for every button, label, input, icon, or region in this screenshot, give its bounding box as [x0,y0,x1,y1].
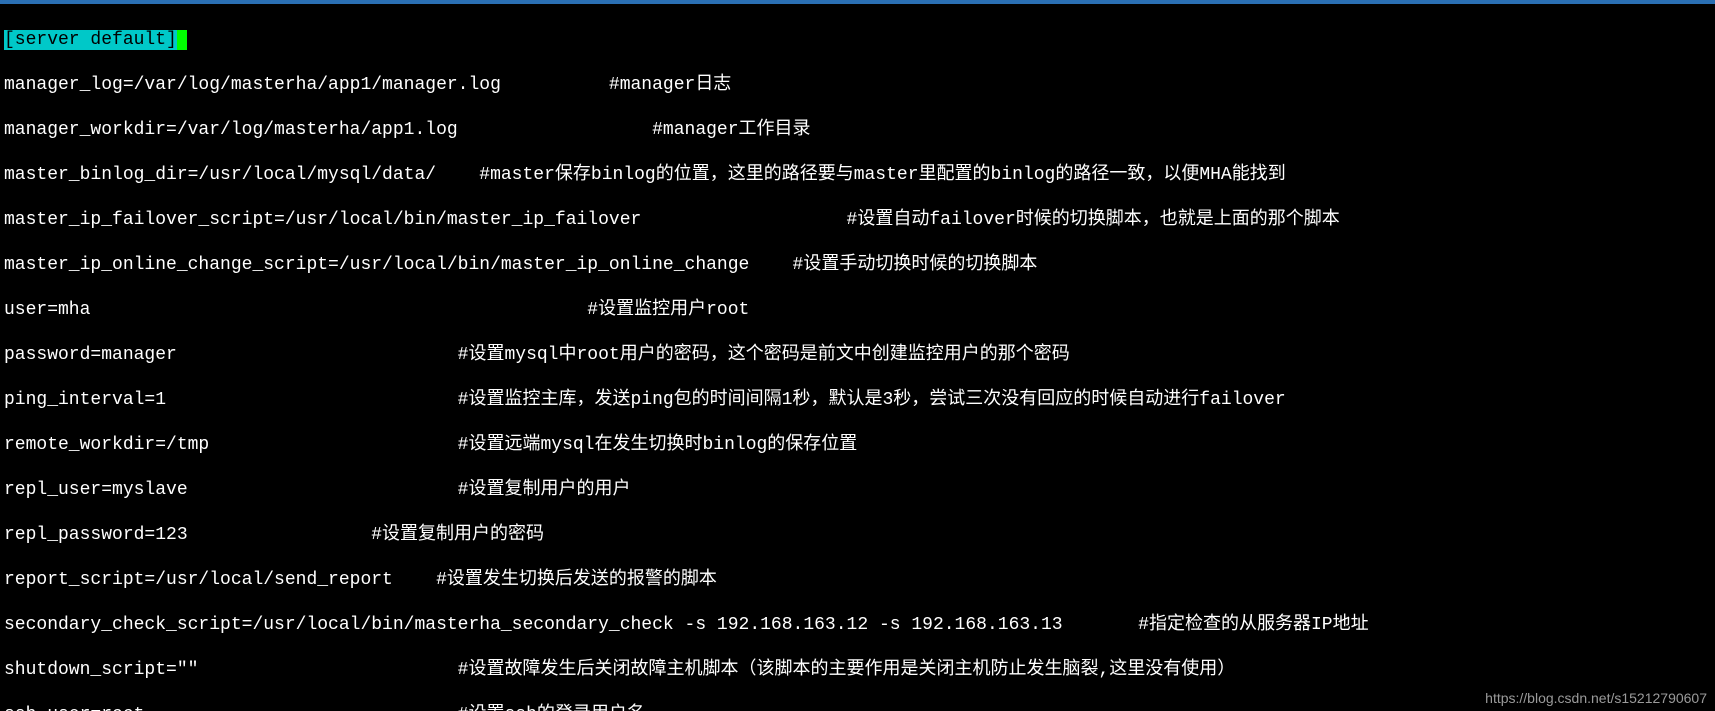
config-line: repl_user=myslave #设置复制用户的用户 [4,479,1711,502]
config-line: ssh_user=root #设置ssh的登录用户名 [4,704,1711,711]
config-line: password=manager #设置mysql中root用户的密码，这个密码… [4,344,1711,367]
config-line: master_ip_online_change_script=/usr/loca… [4,254,1711,277]
config-line: secondary_check_script=/usr/local/bin/ma… [4,614,1711,637]
config-line: shutdown_script="" #设置故障发生后关闭故障主机脚本（该脚本的… [4,659,1711,682]
config-line: master_binlog_dir=/usr/local/mysql/data/… [4,164,1711,187]
config-line: remote_workdir=/tmp #设置远端mysql在发生切换时binl… [4,434,1711,457]
config-section-header: [server default] [4,29,1711,52]
highlighted-section: [server default] [4,30,177,50]
config-line: ping_interval=1 #设置监控主库，发送ping包的时间间隔1秒，默… [4,389,1711,412]
cursor [177,30,187,50]
config-line: manager_workdir=/var/log/masterha/app1.l… [4,119,1711,142]
config-line: manager_log=/var/log/masterha/app1/manag… [4,74,1711,97]
config-line: report_script=/usr/local/send_report #设置… [4,569,1711,592]
config-line: master_ip_failover_script=/usr/local/bin… [4,209,1711,232]
config-line: repl_password=123 #设置复制用户的密码 [4,524,1711,547]
terminal-output[interactable]: [server default] manager_log=/var/log/ma… [0,4,1715,711]
watermark-url: https://blog.csdn.net/s15212790607 [1485,690,1707,708]
config-line: user=mha #设置监控用户root [4,299,1711,322]
